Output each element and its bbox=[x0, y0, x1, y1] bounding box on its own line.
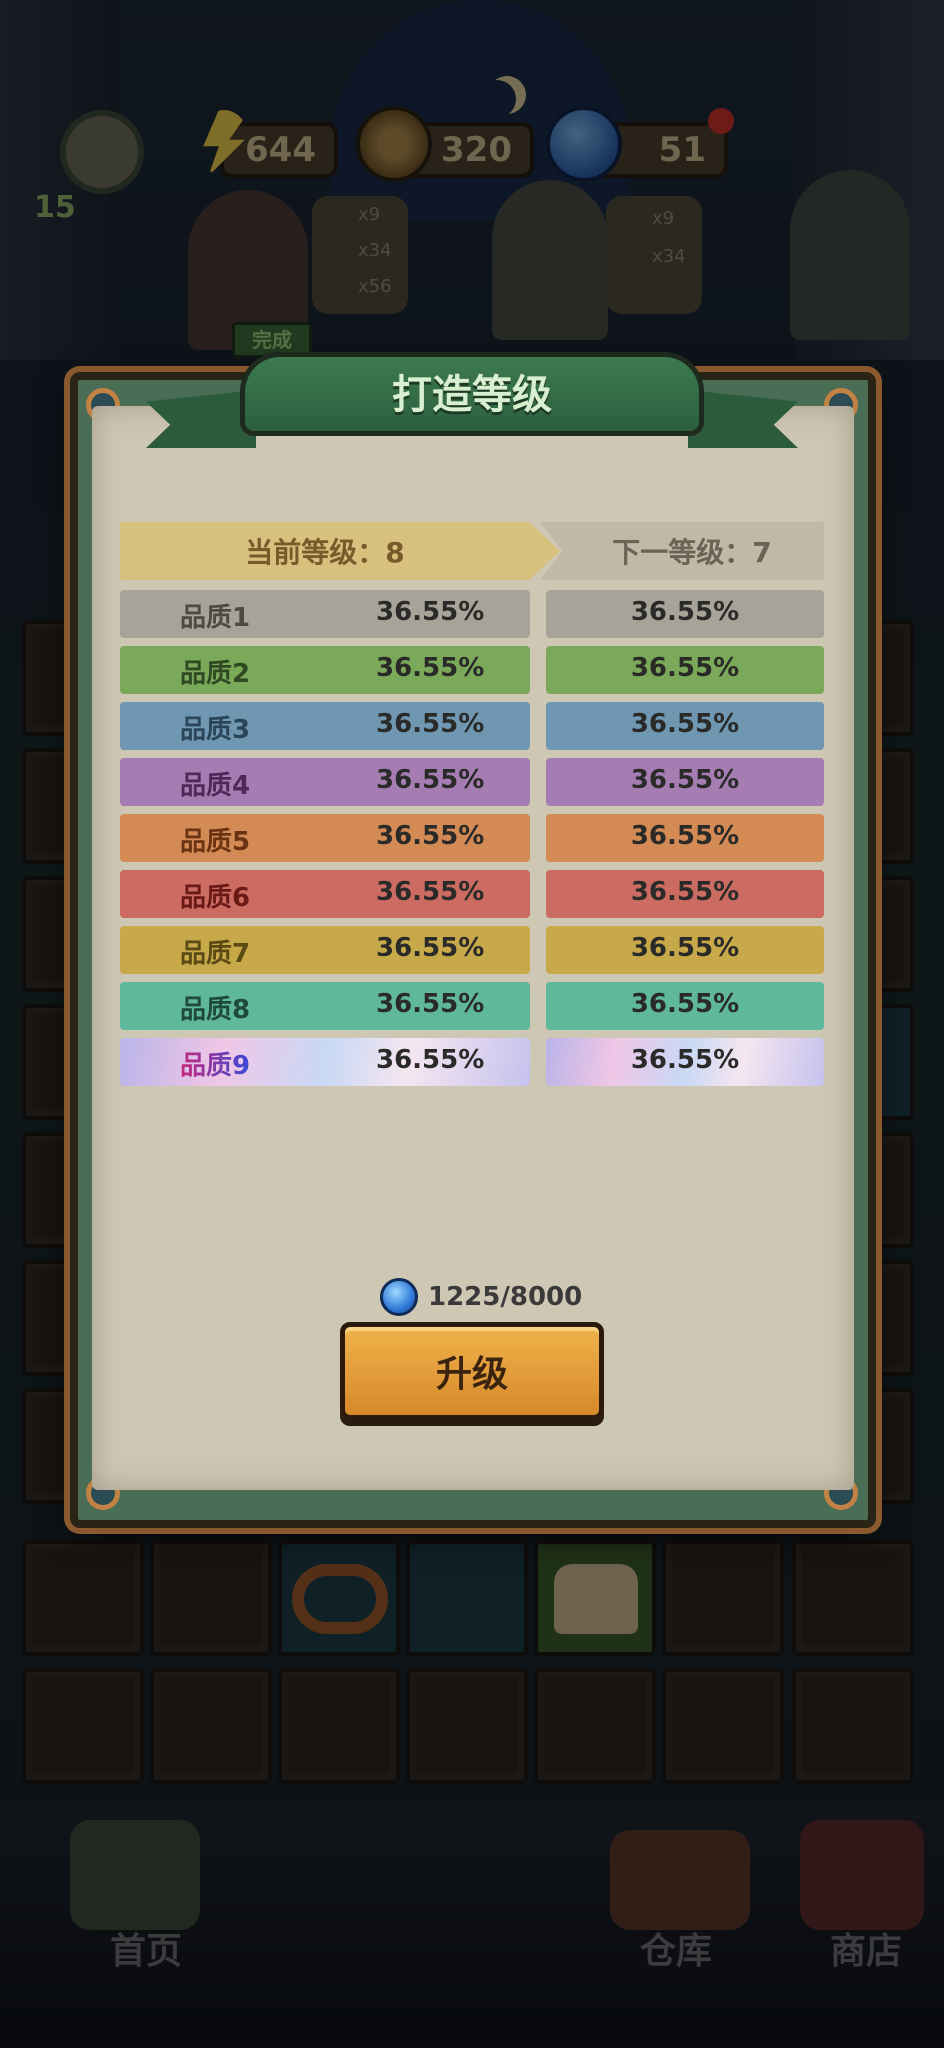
quality-name: 品质8 bbox=[180, 995, 251, 1025]
next-quality-cell: 36.55% bbox=[546, 1038, 824, 1086]
next-quality-value: 36.55% bbox=[630, 765, 740, 795]
upgrade-cost: 1225/8000 bbox=[380, 1274, 582, 1320]
current-level-label: 当前等级：8 bbox=[245, 536, 405, 569]
quality-name: 品质6 bbox=[180, 883, 251, 913]
quality-name: 品质5 bbox=[180, 827, 251, 857]
current-quality-cell: 品质8 36.55% bbox=[120, 982, 530, 1030]
quality-row: 品质7 36.55% 36.55% bbox=[120, 926, 824, 974]
next-quality-cell: 36.55% bbox=[546, 758, 824, 806]
current-quality-value: 36.55% bbox=[376, 821, 485, 851]
next-quality-value: 36.55% bbox=[630, 933, 740, 963]
next-quality-cell: 36.55% bbox=[546, 590, 824, 638]
gem-icon bbox=[380, 1278, 418, 1316]
current-quality-cell: 品质7 36.55% bbox=[120, 926, 530, 974]
quality-row: 品质9 36.55% 36.55% bbox=[120, 1038, 824, 1086]
next-quality-value: 36.55% bbox=[630, 709, 740, 739]
current-quality-cell: 品质5 36.55% bbox=[120, 814, 530, 862]
next-quality-cell: 36.55% bbox=[546, 870, 824, 918]
quality-name: 品质3 bbox=[180, 715, 251, 745]
next-quality-value: 36.55% bbox=[630, 653, 740, 683]
quality-name: 品质1 bbox=[180, 603, 251, 633]
quality-name: 品质4 bbox=[180, 771, 251, 801]
quality-name: 品质9 bbox=[180, 1045, 250, 1082]
cost-value: 1225/8000 bbox=[428, 1282, 583, 1312]
quality-row: 品质3 36.55% 36.55% bbox=[120, 702, 824, 750]
quality-row: 品质5 36.55% 36.55% bbox=[120, 814, 824, 862]
next-quality-value: 36.55% bbox=[630, 877, 740, 907]
current-quality-value: 36.55% bbox=[376, 709, 485, 739]
current-quality-value: 36.55% bbox=[376, 989, 485, 1019]
next-quality-cell: 36.55% bbox=[546, 926, 824, 974]
quality-row: 品质4 36.55% 36.55% bbox=[120, 758, 824, 806]
next-quality-value: 36.55% bbox=[630, 821, 740, 851]
current-quality-cell: 品质6 36.55% bbox=[120, 870, 530, 918]
next-quality-value: 36.55% bbox=[630, 989, 740, 1019]
current-quality-value: 36.55% bbox=[376, 765, 485, 795]
quality-row: 品质8 36.55% 36.55% bbox=[120, 982, 824, 1030]
quality-row: 品质2 36.55% 36.55% bbox=[120, 646, 824, 694]
quality-name: 品质2 bbox=[180, 659, 251, 689]
dialog-title: 打造等级 bbox=[392, 372, 552, 418]
current-quality-value: 36.55% bbox=[376, 1045, 485, 1075]
current-quality-cell: 品质1 36.55% bbox=[120, 590, 530, 638]
quality-row: 品质1 36.55% 36.55% bbox=[120, 590, 824, 638]
next-quality-cell: 36.55% bbox=[546, 702, 824, 750]
current-quality-value: 36.55% bbox=[376, 653, 485, 683]
next-quality-value: 36.55% bbox=[630, 597, 740, 627]
next-quality-value: 36.55% bbox=[630, 1045, 740, 1075]
current-quality-value: 36.55% bbox=[376, 933, 485, 963]
current-quality-cell: 品质4 36.55% bbox=[120, 758, 530, 806]
next-level-header: 下一等级：7 bbox=[540, 522, 824, 580]
next-quality-cell: 36.55% bbox=[546, 646, 824, 694]
current-quality-value: 36.55% bbox=[376, 597, 485, 627]
current-level-header: 当前等级：8 bbox=[120, 522, 560, 580]
next-quality-cell: 36.55% bbox=[546, 814, 824, 862]
current-quality-value: 36.55% bbox=[376, 877, 485, 907]
title-ribbon: 打造等级 bbox=[146, 352, 798, 452]
quality-row: 品质6 36.55% 36.55% bbox=[120, 870, 824, 918]
current-quality-cell: 品质3 36.55% bbox=[120, 702, 530, 750]
current-quality-cell: 品质2 36.55% bbox=[120, 646, 530, 694]
quality-name: 品质7 bbox=[180, 939, 251, 969]
next-level-label: 下一等级：7 bbox=[612, 536, 772, 569]
upgrade-label: 升级 bbox=[435, 1354, 508, 1395]
upgrade-button[interactable]: 升级 bbox=[340, 1322, 604, 1420]
next-quality-cell: 36.55% bbox=[546, 982, 824, 1030]
current-quality-cell: 品质9 36.55% bbox=[120, 1038, 530, 1086]
